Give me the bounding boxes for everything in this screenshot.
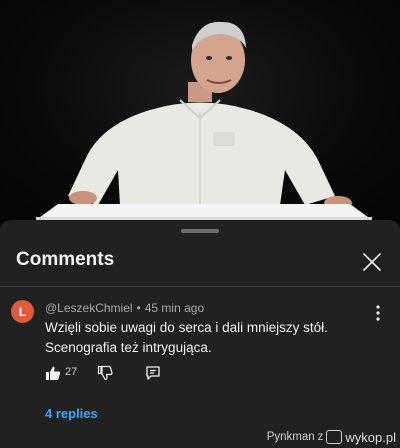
header-divider [0,286,400,287]
like-count: 27 [65,366,78,378]
comment-time: 45 min ago [144,301,205,315]
watermark: Pynkman z wykop.pl [267,429,396,445]
dislike-icon[interactable] [97,365,113,381]
drag-handle[interactable] [181,229,219,233]
comment-author[interactable]: @LeszekChmiel [45,301,133,315]
comments-sheet: Comments L @LeszekChmiel • 45 min ago Wzię… [0,220,400,448]
video-frame-image [36,21,372,220]
watermark-connector: z [317,431,324,443]
close-icon[interactable] [360,250,384,274]
comment-meta: @LeszekChmiel • 45 min ago [45,301,204,315]
more-options-icon[interactable] [370,304,386,322]
like-icon[interactable] [45,365,61,381]
meta-separator: • [136,301,141,315]
view-replies-button[interactable]: 4 replies [45,406,98,421]
watermark-author: Pynkman [266,431,315,443]
wykop-logo-icon [326,430,343,444]
comment-text: Wzięli sobie uwagi do serca i dali mniej… [45,320,328,355]
video-player[interactable] [0,0,400,220]
comments-title: Comments [16,249,115,270]
watermark-brand: wykop.pl [345,429,396,445]
avatar[interactable]: L [11,300,34,323]
reply-icon[interactable] [145,365,161,381]
avatar-letter: L [18,304,27,319]
